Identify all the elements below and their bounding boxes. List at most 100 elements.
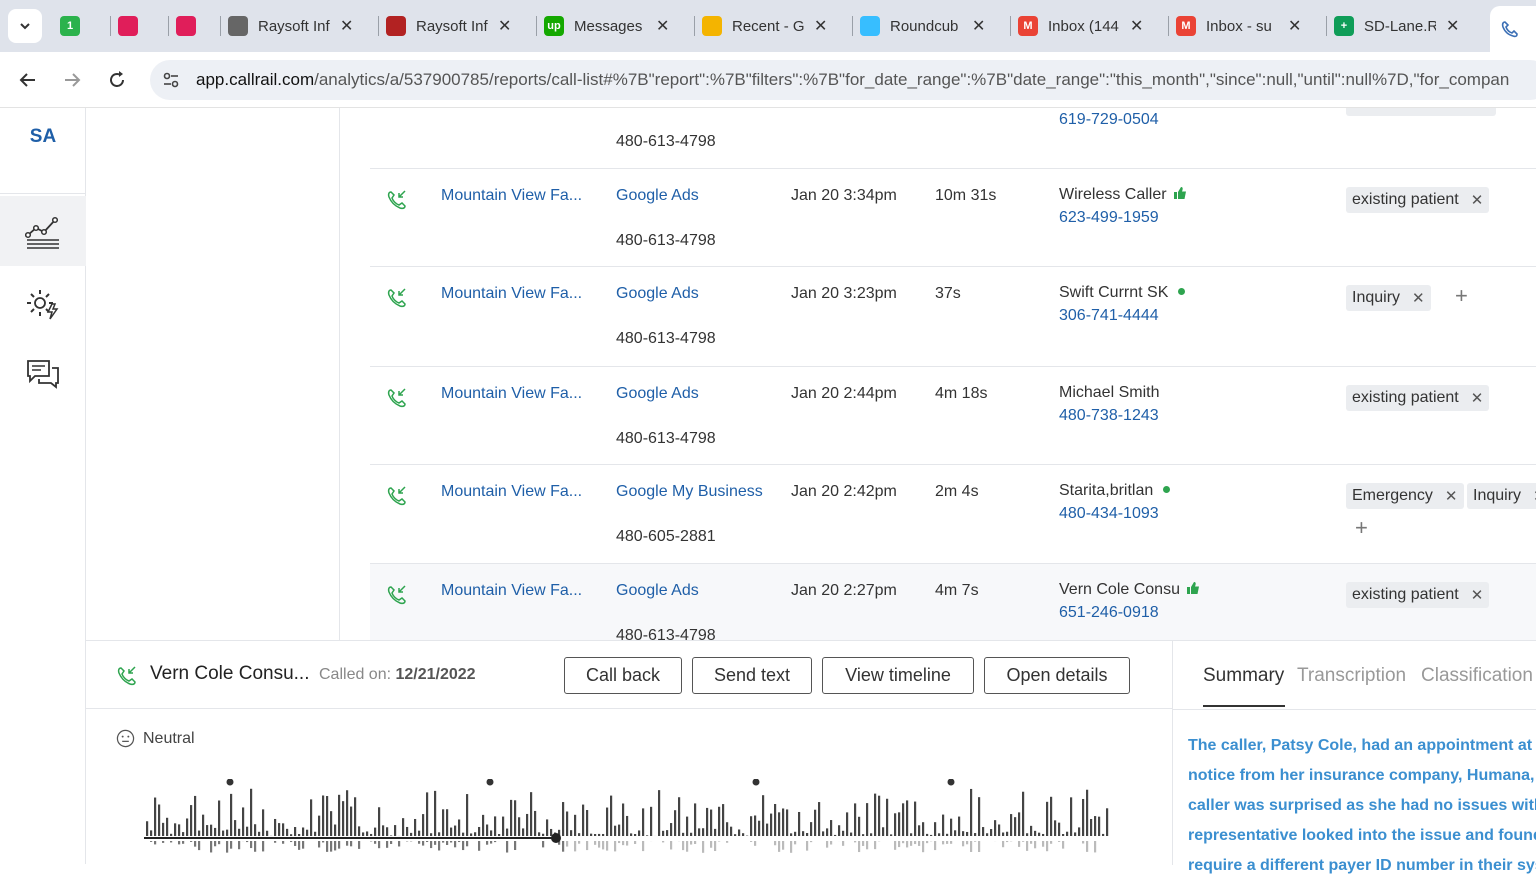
- close-tab-icon[interactable]: ✕: [814, 16, 827, 36]
- back-button[interactable]: [14, 66, 42, 94]
- waveform-bar: [550, 829, 552, 836]
- close-tab-icon[interactable]: ✕: [972, 16, 985, 36]
- waveform-bar: [530, 792, 532, 836]
- chat-bubbles-icon: [25, 356, 61, 392]
- table-row[interactable]: Mountain View Fa...Google Ads480-613-479…: [370, 266, 1536, 366]
- waveform-bar: [250, 841, 252, 848]
- send-text-button[interactable]: Send text: [692, 657, 812, 694]
- audio-waveform[interactable]: [144, 779, 1114, 865]
- call-time: Jan 20 2:42pm: [791, 483, 897, 501]
- waveform-bar: [326, 796, 328, 836]
- browser-tab[interactable]: +SD-Lane.R✕: [1334, 6, 1459, 46]
- browser-tab[interactable]: Raysoft Inf✕: [386, 6, 511, 46]
- keyword-marker[interactable]: [227, 779, 234, 786]
- view-timeline-button[interactable]: View timeline: [822, 657, 974, 694]
- source-link[interactable]: Google Ads: [616, 285, 699, 303]
- caller-number-link[interactable]: 306-741-4444: [1059, 307, 1159, 325]
- waveform-bar: [322, 795, 324, 836]
- browser-tab[interactable]: 1: [60, 6, 90, 46]
- waveform-bar: [962, 841, 964, 846]
- waveform-bar: [662, 831, 664, 836]
- tag-chip: existing patient✕: [1346, 582, 1489, 608]
- close-tab-icon[interactable]: ✕: [340, 16, 353, 36]
- add-tag-icon[interactable]: +: [1455, 283, 1468, 309]
- waveform-bar: [762, 795, 764, 836]
- company-link[interactable]: Mountain View Fa...: [441, 483, 582, 501]
- table-row[interactable]: Mountain View Fa...Google Ads480-613-479…: [370, 563, 1536, 640]
- inbound-call-icon: [386, 485, 408, 507]
- company-link[interactable]: Mountain View Fa...: [441, 385, 582, 403]
- tab-separator: [1168, 16, 1169, 36]
- waveform-bar: [754, 815, 756, 836]
- keyword-marker[interactable]: [948, 779, 955, 786]
- add-tag-icon[interactable]: +: [1355, 515, 1368, 541]
- site-settings-icon[interactable]: [162, 71, 180, 89]
- browser-tab[interactable]: [118, 6, 148, 46]
- close-tab-icon[interactable]: ✕: [656, 16, 669, 36]
- call-back-button[interactable]: Call back: [564, 657, 682, 694]
- partial-caller-number[interactable]: 619-729-0504: [1059, 111, 1159, 129]
- table-row[interactable]: Mountain View Fa...Google Ads480-613-479…: [370, 366, 1536, 464]
- reload-button[interactable]: [103, 66, 131, 94]
- company-link[interactable]: Mountain View Fa...: [441, 582, 582, 600]
- waveform-bar: [238, 841, 240, 849]
- caller-number-link[interactable]: 651-246-0918: [1059, 604, 1159, 622]
- browser-tab[interactable]: MInbox - su✕: [1176, 6, 1301, 46]
- waveform-bar: [430, 833, 432, 836]
- close-tab-icon[interactable]: ✕: [1130, 16, 1143, 36]
- call-duration: 2m 4s: [935, 483, 979, 501]
- browser-tab[interactable]: MInbox (144✕: [1018, 6, 1143, 46]
- browser-tab[interactable]: upMessages✕: [544, 6, 669, 46]
- waveform-bar: [302, 827, 304, 836]
- source-link[interactable]: Google Ads: [616, 187, 699, 205]
- source-link[interactable]: Google Ads: [616, 582, 699, 600]
- tab-transcription[interactable]: Transcription: [1297, 665, 1406, 687]
- caller-number-link[interactable]: 480-738-1243: [1059, 407, 1159, 425]
- nav-automation-settings[interactable]: [0, 269, 86, 339]
- browser-tab-active[interactable]: [1490, 6, 1536, 52]
- nav-conversations[interactable]: [0, 339, 86, 409]
- tab-classification[interactable]: Classification: [1421, 665, 1533, 687]
- browser-tab[interactable]: Roundcub✕: [860, 6, 985, 46]
- remove-tag-icon[interactable]: ✕: [1471, 191, 1484, 209]
- remove-tag-icon[interactable]: ✕: [1445, 487, 1458, 505]
- waveform-bar: [1038, 833, 1040, 836]
- forward-button[interactable]: [58, 66, 86, 94]
- waveform-bar: [790, 841, 792, 853]
- source-link[interactable]: Google My Business: [616, 483, 763, 501]
- tab-search-button[interactable]: [8, 9, 42, 43]
- company-link[interactable]: Mountain View Fa...: [441, 187, 582, 205]
- browser-tab[interactable]: Recent - G✕: [702, 6, 827, 46]
- table-row[interactable]: Mountain View Fa... Google My Business 480…: [370, 464, 1536, 563]
- browser-tab[interactable]: [176, 6, 206, 46]
- address-bar[interactable]: app.callrail.com/analytics/a/537900785/r…: [150, 60, 1536, 100]
- waveform-bar: [914, 802, 916, 836]
- remove-tag-icon[interactable]: ✕: [1412, 289, 1425, 307]
- close-tab-icon[interactable]: ✕: [1288, 16, 1301, 36]
- waveform-bar: [214, 841, 216, 846]
- company-link[interactable]: Mountain View Fa...: [441, 285, 582, 303]
- open-details-button[interactable]: Open details: [984, 657, 1130, 694]
- waveform-bar: [994, 820, 996, 836]
- waveform-bar: [1014, 817, 1016, 836]
- close-tab-icon[interactable]: ✕: [498, 16, 511, 36]
- waveform-bar: [430, 841, 432, 848]
- nav-analytics[interactable]: [0, 196, 86, 266]
- tag-chip: Inquiry✕: [1346, 285, 1431, 311]
- caller-number-link[interactable]: 623-499-1959: [1059, 209, 1159, 227]
- tab-summary[interactable]: Summary: [1203, 665, 1284, 687]
- url-text[interactable]: app.callrail.com/analytics/a/537900785/r…: [196, 70, 1509, 90]
- keyword-marker[interactable]: [753, 779, 760, 786]
- account-initials[interactable]: SA: [0, 126, 86, 148]
- keyword-marker[interactable]: [487, 779, 494, 786]
- caller-number-link[interactable]: 480-434-1093: [1059, 505, 1159, 523]
- waveform-bar: [774, 804, 776, 836]
- waveform-bar: [1106, 808, 1108, 836]
- source-link[interactable]: Google Ads: [616, 385, 699, 403]
- table-row[interactable]: Mountain View Fa...Google Ads480-613-479…: [370, 168, 1536, 266]
- remove-tag-icon[interactable]: ✕: [1471, 389, 1484, 407]
- close-tab-icon[interactable]: ✕: [1446, 16, 1459, 36]
- browser-tab[interactable]: Raysoft Inf✕: [228, 6, 353, 46]
- playhead-handle[interactable]: [551, 833, 561, 843]
- remove-tag-icon[interactable]: ✕: [1471, 586, 1484, 604]
